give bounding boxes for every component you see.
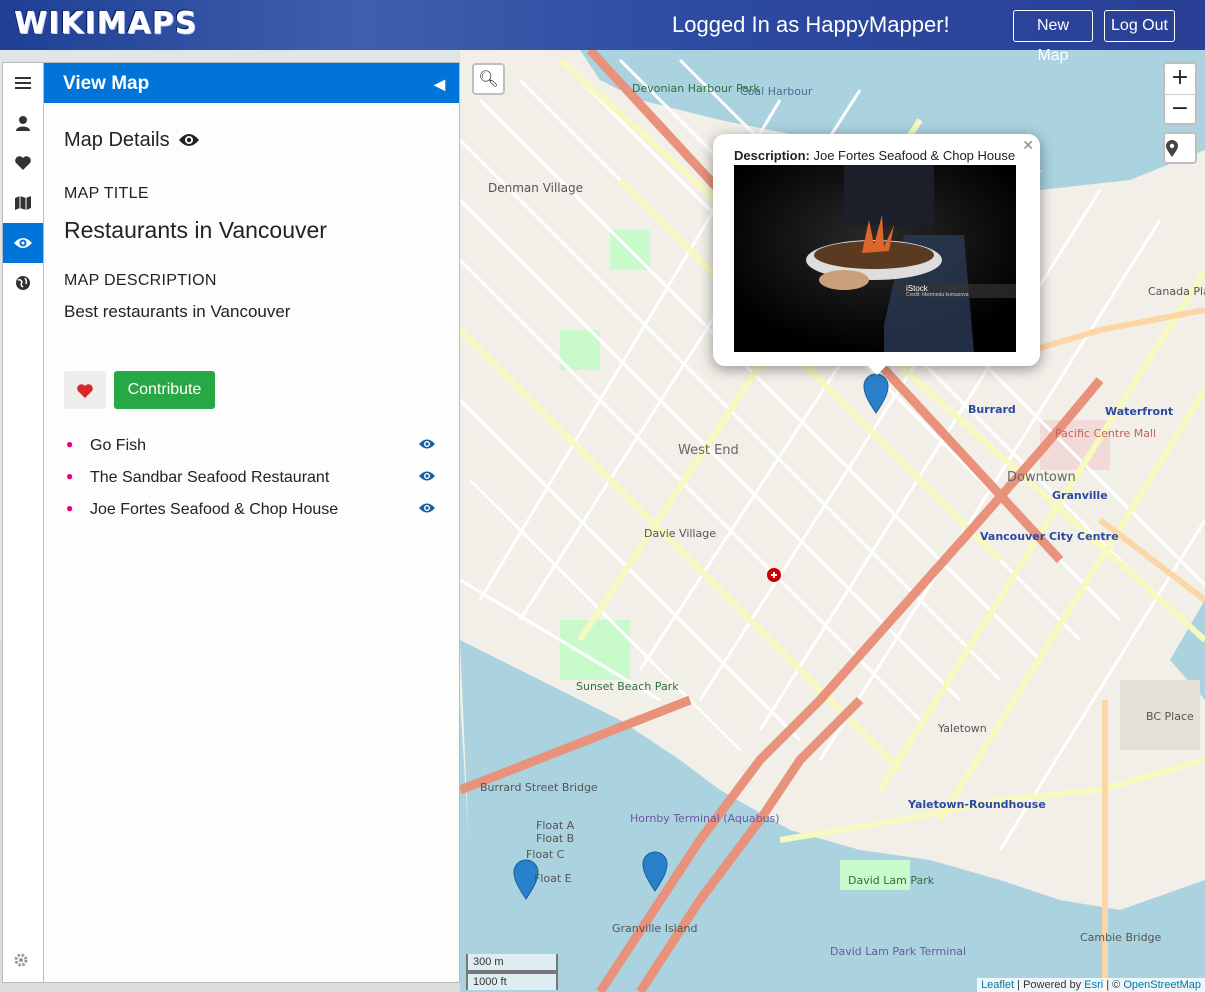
heart-icon[interactable] (3, 143, 43, 183)
svg-text:Denman Village: Denman Village (488, 181, 583, 195)
view-place-eye-icon[interactable] (418, 469, 436, 486)
place-item[interactable]: ● Joe Fortes Seafood & Chop House (66, 499, 436, 523)
pin-icon: ● (66, 437, 74, 451)
map-description: Best restaurants in Vancouver (64, 302, 291, 321)
map-title: Restaurants in Vancouver (64, 217, 327, 243)
powered-by-text: Powered by (1023, 979, 1082, 991)
svg-text:Float B: Float B (536, 832, 574, 845)
gear-icon[interactable] (13, 952, 29, 972)
pin-icon: ● (66, 469, 74, 483)
svg-text:Float E: Float E (534, 872, 572, 885)
svg-text:Sunset Beach Park: Sunset Beach Park (576, 680, 679, 693)
globe-icon[interactable] (3, 263, 43, 303)
marker-popup: ✕ Description: Joe Fortes Seafood & Chop… (713, 134, 1040, 375)
login-status: Logged In as HappyMapper! (672, 12, 950, 37)
place-item[interactable]: ● The Sandbar Seafood Restaurant (66, 467, 436, 491)
svg-text:Hornby Terminal (Aquabus): Hornby Terminal (Aquabus) (630, 812, 780, 825)
place-name: Go Fish (90, 437, 147, 454)
svg-text:David Lam Park Terminal: David Lam Park Terminal (830, 945, 966, 958)
pane-title: View Map (63, 73, 150, 94)
zoom-in-button[interactable]: + (1165, 64, 1195, 93)
popup-tip (865, 363, 889, 375)
logout-button[interactable]: Log Out (1104, 10, 1175, 42)
copyright-symbol: © (1112, 979, 1121, 991)
sidebar-pane: View Map ◀ Map Details MAP TITLE Restaur… (43, 62, 460, 983)
svg-text:Canada Place: Canada Place (1148, 285, 1205, 298)
svg-text:Pacific Centre Mall: Pacific Centre Mall (1055, 427, 1156, 440)
contribute-button[interactable]: Contribute (114, 371, 215, 409)
svg-text:BC Place: BC Place (1146, 710, 1194, 723)
svg-text:Granville Island: Granville Island (612, 922, 697, 935)
svg-text:Burrard: Burrard (968, 403, 1016, 416)
details-title: Map Details (64, 129, 200, 152)
map-search-button[interactable]: 🔍︎ (472, 63, 505, 95)
eye-icon[interactable] (3, 223, 43, 263)
leaflet-link[interactable]: Leaflet (981, 979, 1014, 991)
svg-text:Granville: Granville (1052, 489, 1108, 502)
details-title-text: Map Details (64, 129, 170, 151)
sidebar-tabs (2, 62, 43, 983)
zoom-out-button[interactable]: − (1165, 94, 1195, 123)
popup-image: iStock Credit: Ilkermeda kurnazova (734, 165, 1016, 352)
svg-text:Float A: Float A (536, 819, 575, 832)
map-icon[interactable] (3, 183, 43, 223)
map-scale: 300 m 1000 ft (466, 954, 558, 990)
svg-text:West End: West End (678, 443, 739, 458)
svg-text:Waterfront: Waterfront (1105, 405, 1173, 418)
pin-icon: ● (66, 501, 74, 515)
esri-link[interactable]: Esri (1084, 979, 1103, 991)
app-header: WIKIMAPS Logged In as HappyMapper! New M… (0, 0, 1205, 64)
zoom-control: + − (1163, 62, 1197, 125)
svg-text:Downtown: Downtown (1007, 470, 1076, 485)
svg-text:David Lam Park: David Lam Park (848, 874, 935, 887)
scale-imperial: 1000 ft (466, 972, 558, 990)
svg-text:Cambie Bridge: Cambie Bridge (1080, 931, 1162, 944)
svg-text:Vancouver City Centre: Vancouver City Centre (980, 530, 1119, 543)
popup-desc-value: Joe Fortes Seafood & Chop House (813, 148, 1016, 163)
svg-text:Yaletown: Yaletown (937, 722, 987, 735)
eye-icon (179, 134, 200, 146)
pane-header: View Map ◀ (44, 63, 459, 103)
location-pin-icon (1166, 140, 1178, 157)
popup-description: Description: Joe Fortes Seafood & Chop H… (734, 148, 1015, 163)
osm-link[interactable]: OpenStreetMap (1123, 979, 1201, 991)
locate-button[interactable] (1163, 132, 1197, 164)
popup-desc-label: Description: (734, 148, 810, 163)
place-name: The Sandbar Seafood Restaurant (90, 469, 330, 486)
svg-text:Float C: Float C (526, 848, 565, 861)
svg-text:Yaletown-Roundhouse: Yaletown-Roundhouse (907, 798, 1046, 811)
map-title-label: MAP TITLE (64, 185, 149, 202)
scale-metric: 300 m (466, 954, 558, 972)
map-attribution: Leaflet | Powered by Esri | © OpenStreet… (977, 978, 1205, 992)
new-map-button[interactable]: New Map (1013, 10, 1093, 64)
place-item[interactable]: ● Go Fish (66, 435, 436, 459)
view-place-eye-icon[interactable] (418, 501, 436, 518)
place-name: Joe Fortes Seafood & Chop House (90, 501, 339, 518)
popup-close-button[interactable]: ✕ (1022, 138, 1034, 154)
caret-left-icon[interactable]: ◀ (434, 63, 445, 105)
svg-text:Burrard Street Bridge: Burrard Street Bridge (480, 781, 598, 794)
view-place-eye-icon[interactable] (418, 437, 436, 454)
heart-icon (77, 384, 93, 398)
svg-text:Coal Harbour: Coal Harbour (740, 85, 813, 98)
map-description-label: MAP DESCRIPTION (64, 272, 217, 289)
search-icon: 🔍︎ (478, 69, 499, 88)
user-icon[interactable] (3, 103, 43, 143)
svg-text:Davie Village: Davie Village (644, 527, 716, 540)
menu-icon[interactable] (3, 63, 43, 103)
favorite-button[interactable] (64, 371, 106, 409)
image-credit: Credit: Ilkermeda kurnazova (906, 292, 969, 298)
app-logo[interactable]: WIKIMAPS (14, 6, 197, 41)
